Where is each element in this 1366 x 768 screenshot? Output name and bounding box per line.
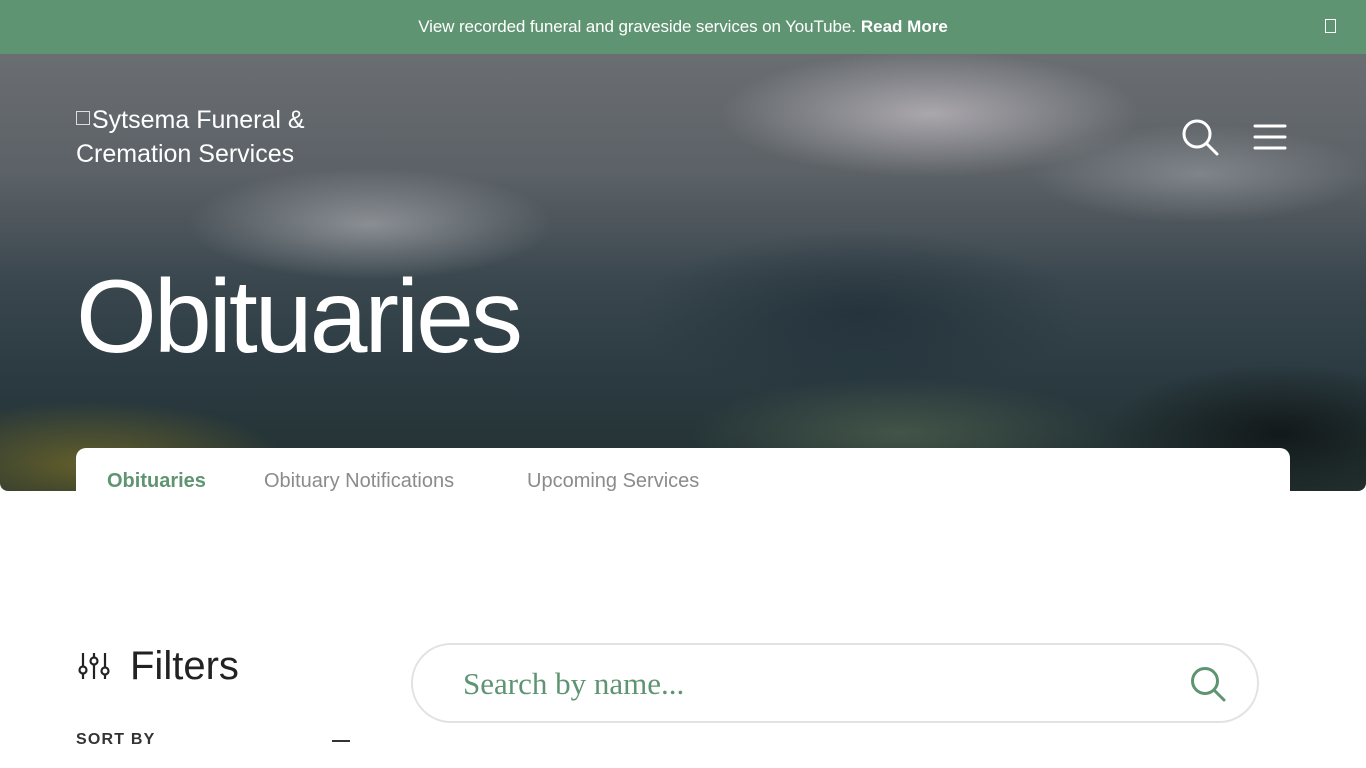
read-more-link[interactable]: Read More — [861, 17, 948, 37]
menu-icon — [1253, 124, 1287, 150]
tab-upcoming-services[interactable]: Upcoming Services — [527, 470, 699, 493]
filters-title: Filters — [130, 643, 239, 688]
minus-icon[interactable] — [332, 740, 350, 742]
broken-image-icon — [76, 111, 90, 125]
page-title: Obituaries — [76, 259, 523, 375]
tab-obituaries[interactable]: Obituaries — [107, 470, 206, 493]
close-icon[interactable] — [1325, 19, 1336, 33]
header-search-button[interactable] — [1180, 117, 1220, 157]
announcement-message: View recorded funeral and graveside serv… — [418, 17, 856, 36]
tab-bar: Obituaries Obituary Notifications Upcomi… — [76, 448, 1290, 508]
search-icon — [1182, 119, 1219, 156]
site-logo[interactable]: Sytsema Funeral & Cremation Services — [76, 103, 336, 171]
obituary-search — [411, 643, 1259, 723]
sort-by-label: SORT BY — [76, 731, 156, 748]
search-input[interactable] — [461, 661, 1165, 707]
filters-header: Filters — [78, 640, 239, 692]
search-icon — [1191, 667, 1226, 702]
search-submit-button[interactable] — [1189, 665, 1227, 703]
logo-text: Sytsema Funeral & Cremation Services — [76, 106, 305, 168]
menu-button[interactable] — [1252, 121, 1288, 153]
announcement-bar: View recorded funeral and graveside serv… — [0, 0, 1366, 54]
filter-sliders-icon — [78, 653, 110, 679]
tab-obituary-notifications[interactable]: Obituary Notifications — [264, 470, 454, 493]
